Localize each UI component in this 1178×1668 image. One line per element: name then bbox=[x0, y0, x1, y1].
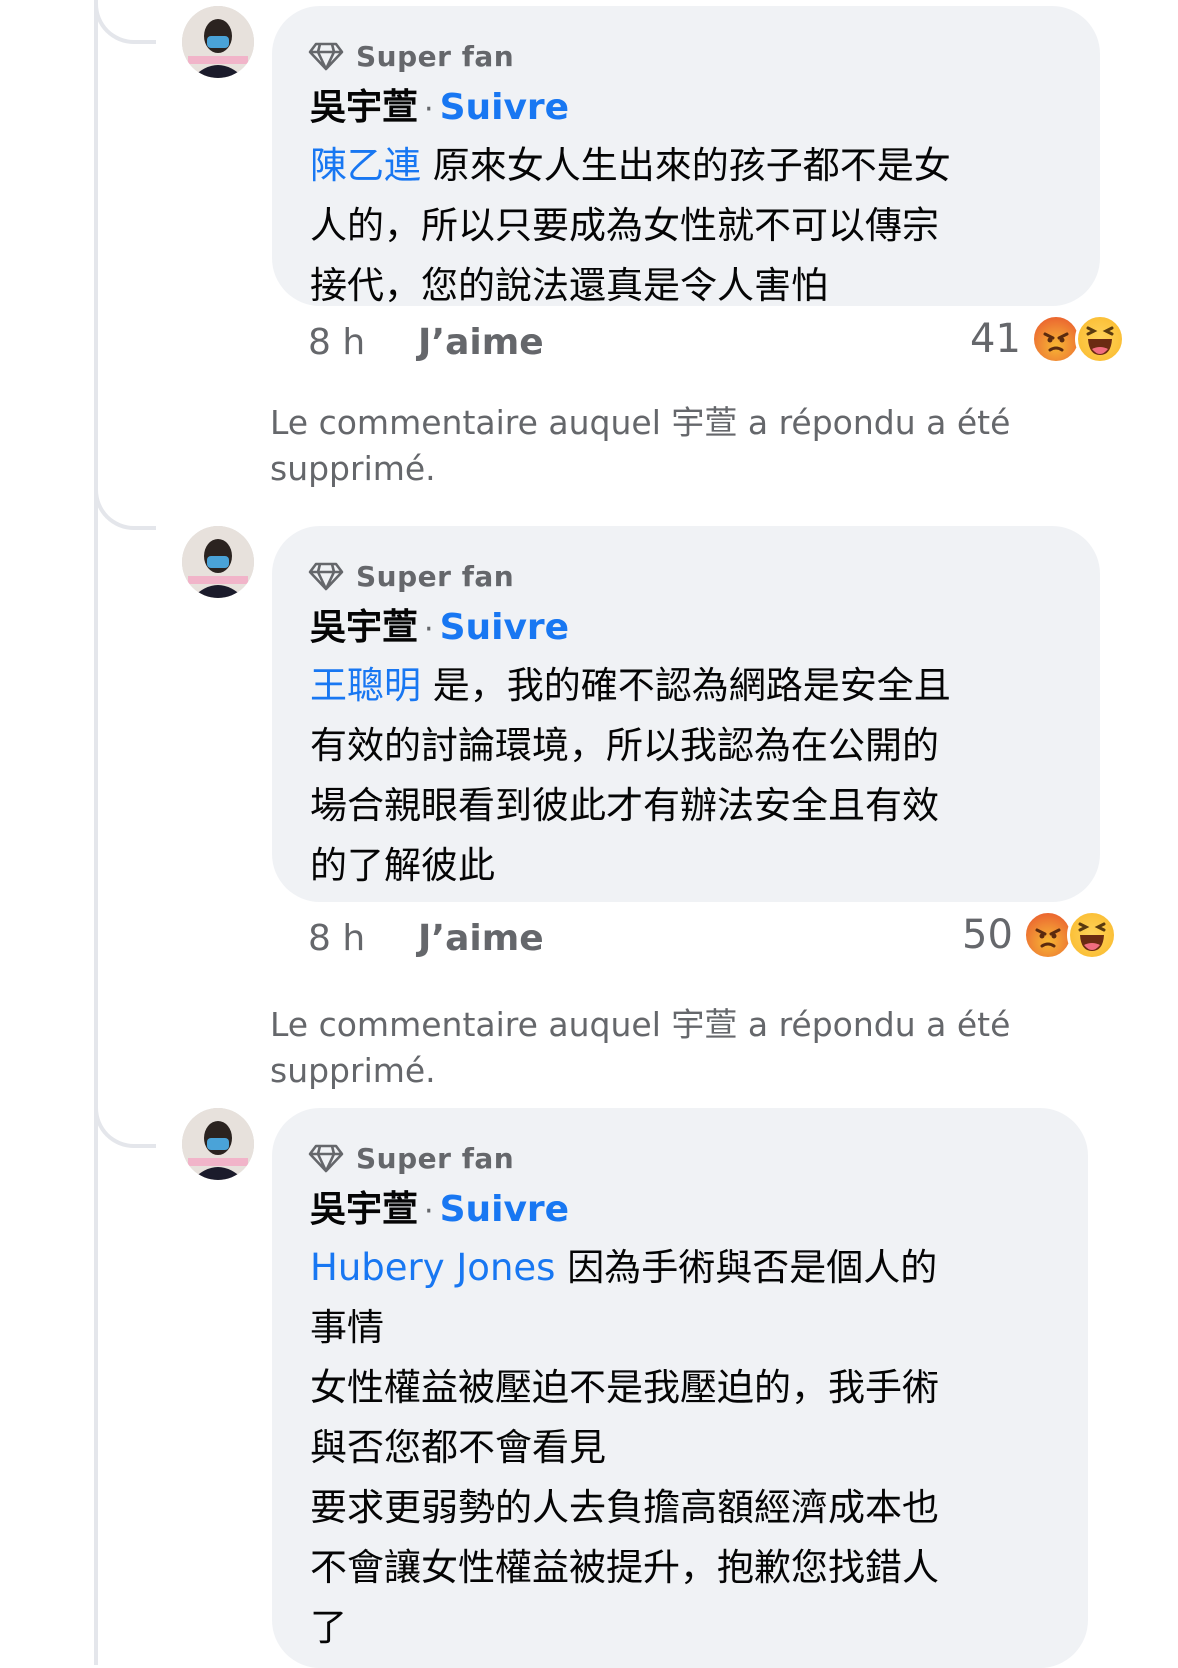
follow-button[interactable]: Suivre bbox=[440, 607, 570, 648]
comment-text: 陳乙連 原來女人生出來的孩子都不是女 人的，所以只要成為女性就不可以傳宗 接代，… bbox=[310, 136, 1062, 316]
like-button[interactable]: J’aime bbox=[418, 918, 544, 959]
separator-dot: · bbox=[424, 1194, 434, 1229]
super-fan-badge: Super fan bbox=[308, 1138, 1050, 1178]
reply-connector bbox=[94, 1068, 156, 1148]
separator-dot: · bbox=[424, 92, 434, 127]
comment-actions: 8 h J’aime bbox=[308, 316, 544, 368]
comment-bubble: Super fan 吳宇萱 · Suivre Hubery Jones 因為手術與否… bbox=[272, 1108, 1088, 1668]
follow-button[interactable]: Suivre bbox=[440, 87, 570, 128]
reaction-count: 41 bbox=[970, 316, 1021, 362]
diamond-icon bbox=[308, 1144, 344, 1173]
comment-actions: 8 h J’aime bbox=[308, 912, 544, 964]
badge-label: Super fan bbox=[356, 559, 515, 593]
super-fan-badge: Super fan bbox=[308, 556, 1062, 596]
angry-reaction-icon bbox=[1030, 314, 1081, 364]
comment-time[interactable]: 8 h bbox=[308, 918, 418, 959]
avatar[interactable] bbox=[182, 1108, 254, 1180]
haha-reaction-icon bbox=[1066, 910, 1117, 960]
angry-reaction-icon bbox=[1022, 910, 1073, 960]
mention-link[interactable]: Hubery Jones bbox=[310, 1246, 555, 1289]
badge-label: Super fan bbox=[356, 39, 515, 73]
mention-link[interactable]: 王聰明 bbox=[310, 664, 421, 707]
mention-link[interactable]: 陳乙連 bbox=[310, 144, 421, 187]
deleted-notice: Le commentaire auquel 宇萱 a répondu a été… bbox=[270, 403, 1011, 488]
reaction-summary[interactable]: 41 bbox=[970, 314, 1125, 364]
avatar[interactable] bbox=[182, 6, 254, 78]
thread-line bbox=[94, 0, 98, 1665]
follow-button[interactable]: Suivre bbox=[440, 1189, 570, 1230]
author-name[interactable]: 吳宇萱 bbox=[310, 1189, 418, 1230]
like-button[interactable]: J’aime bbox=[418, 322, 544, 363]
comment-body: 因為手術與否是個人的 事情 女性權益被壓迫不是我壓迫的，我手術 與否您都不會看見… bbox=[310, 1246, 939, 1649]
comment-time[interactable]: 8 h bbox=[308, 322, 418, 363]
diamond-icon bbox=[308, 42, 344, 71]
comment-text: 王聰明 是，我的確不認為網路是安全且 有效的討論環境，所以我認為在公開的 場合親… bbox=[310, 656, 1062, 896]
separator-dot: · bbox=[424, 612, 434, 647]
author-name[interactable]: 吳宇萱 bbox=[310, 607, 418, 648]
reaction-summary[interactable]: 50 bbox=[962, 910, 1117, 960]
super-fan-badge: Super fan bbox=[308, 36, 1062, 76]
comment-text: Hubery Jones 因為手術與否是個人的 事情 女性權益被壓迫不是我壓迫的… bbox=[310, 1238, 1050, 1658]
diamond-icon bbox=[308, 562, 344, 591]
author-name[interactable]: 吳宇萱 bbox=[310, 87, 418, 128]
comment-bubble: Super fan 吳宇萱 · Suivre 陳乙連 原來女人生出來的孩子都不是女 … bbox=[272, 6, 1100, 307]
avatar[interactable] bbox=[182, 526, 254, 598]
reaction-count: 50 bbox=[962, 912, 1013, 958]
deleted-notice: Le commentaire auquel 宇萱 a répondu a été… bbox=[270, 1005, 1011, 1090]
reply-connector bbox=[94, 0, 156, 44]
comment-bubble: Super fan 吳宇萱 · Suivre 王聰明 是，我的確不認為網路是安全且 … bbox=[272, 526, 1100, 902]
reply-connector bbox=[94, 472, 156, 530]
haha-reaction-icon bbox=[1074, 314, 1125, 364]
badge-label: Super fan bbox=[356, 1141, 515, 1175]
